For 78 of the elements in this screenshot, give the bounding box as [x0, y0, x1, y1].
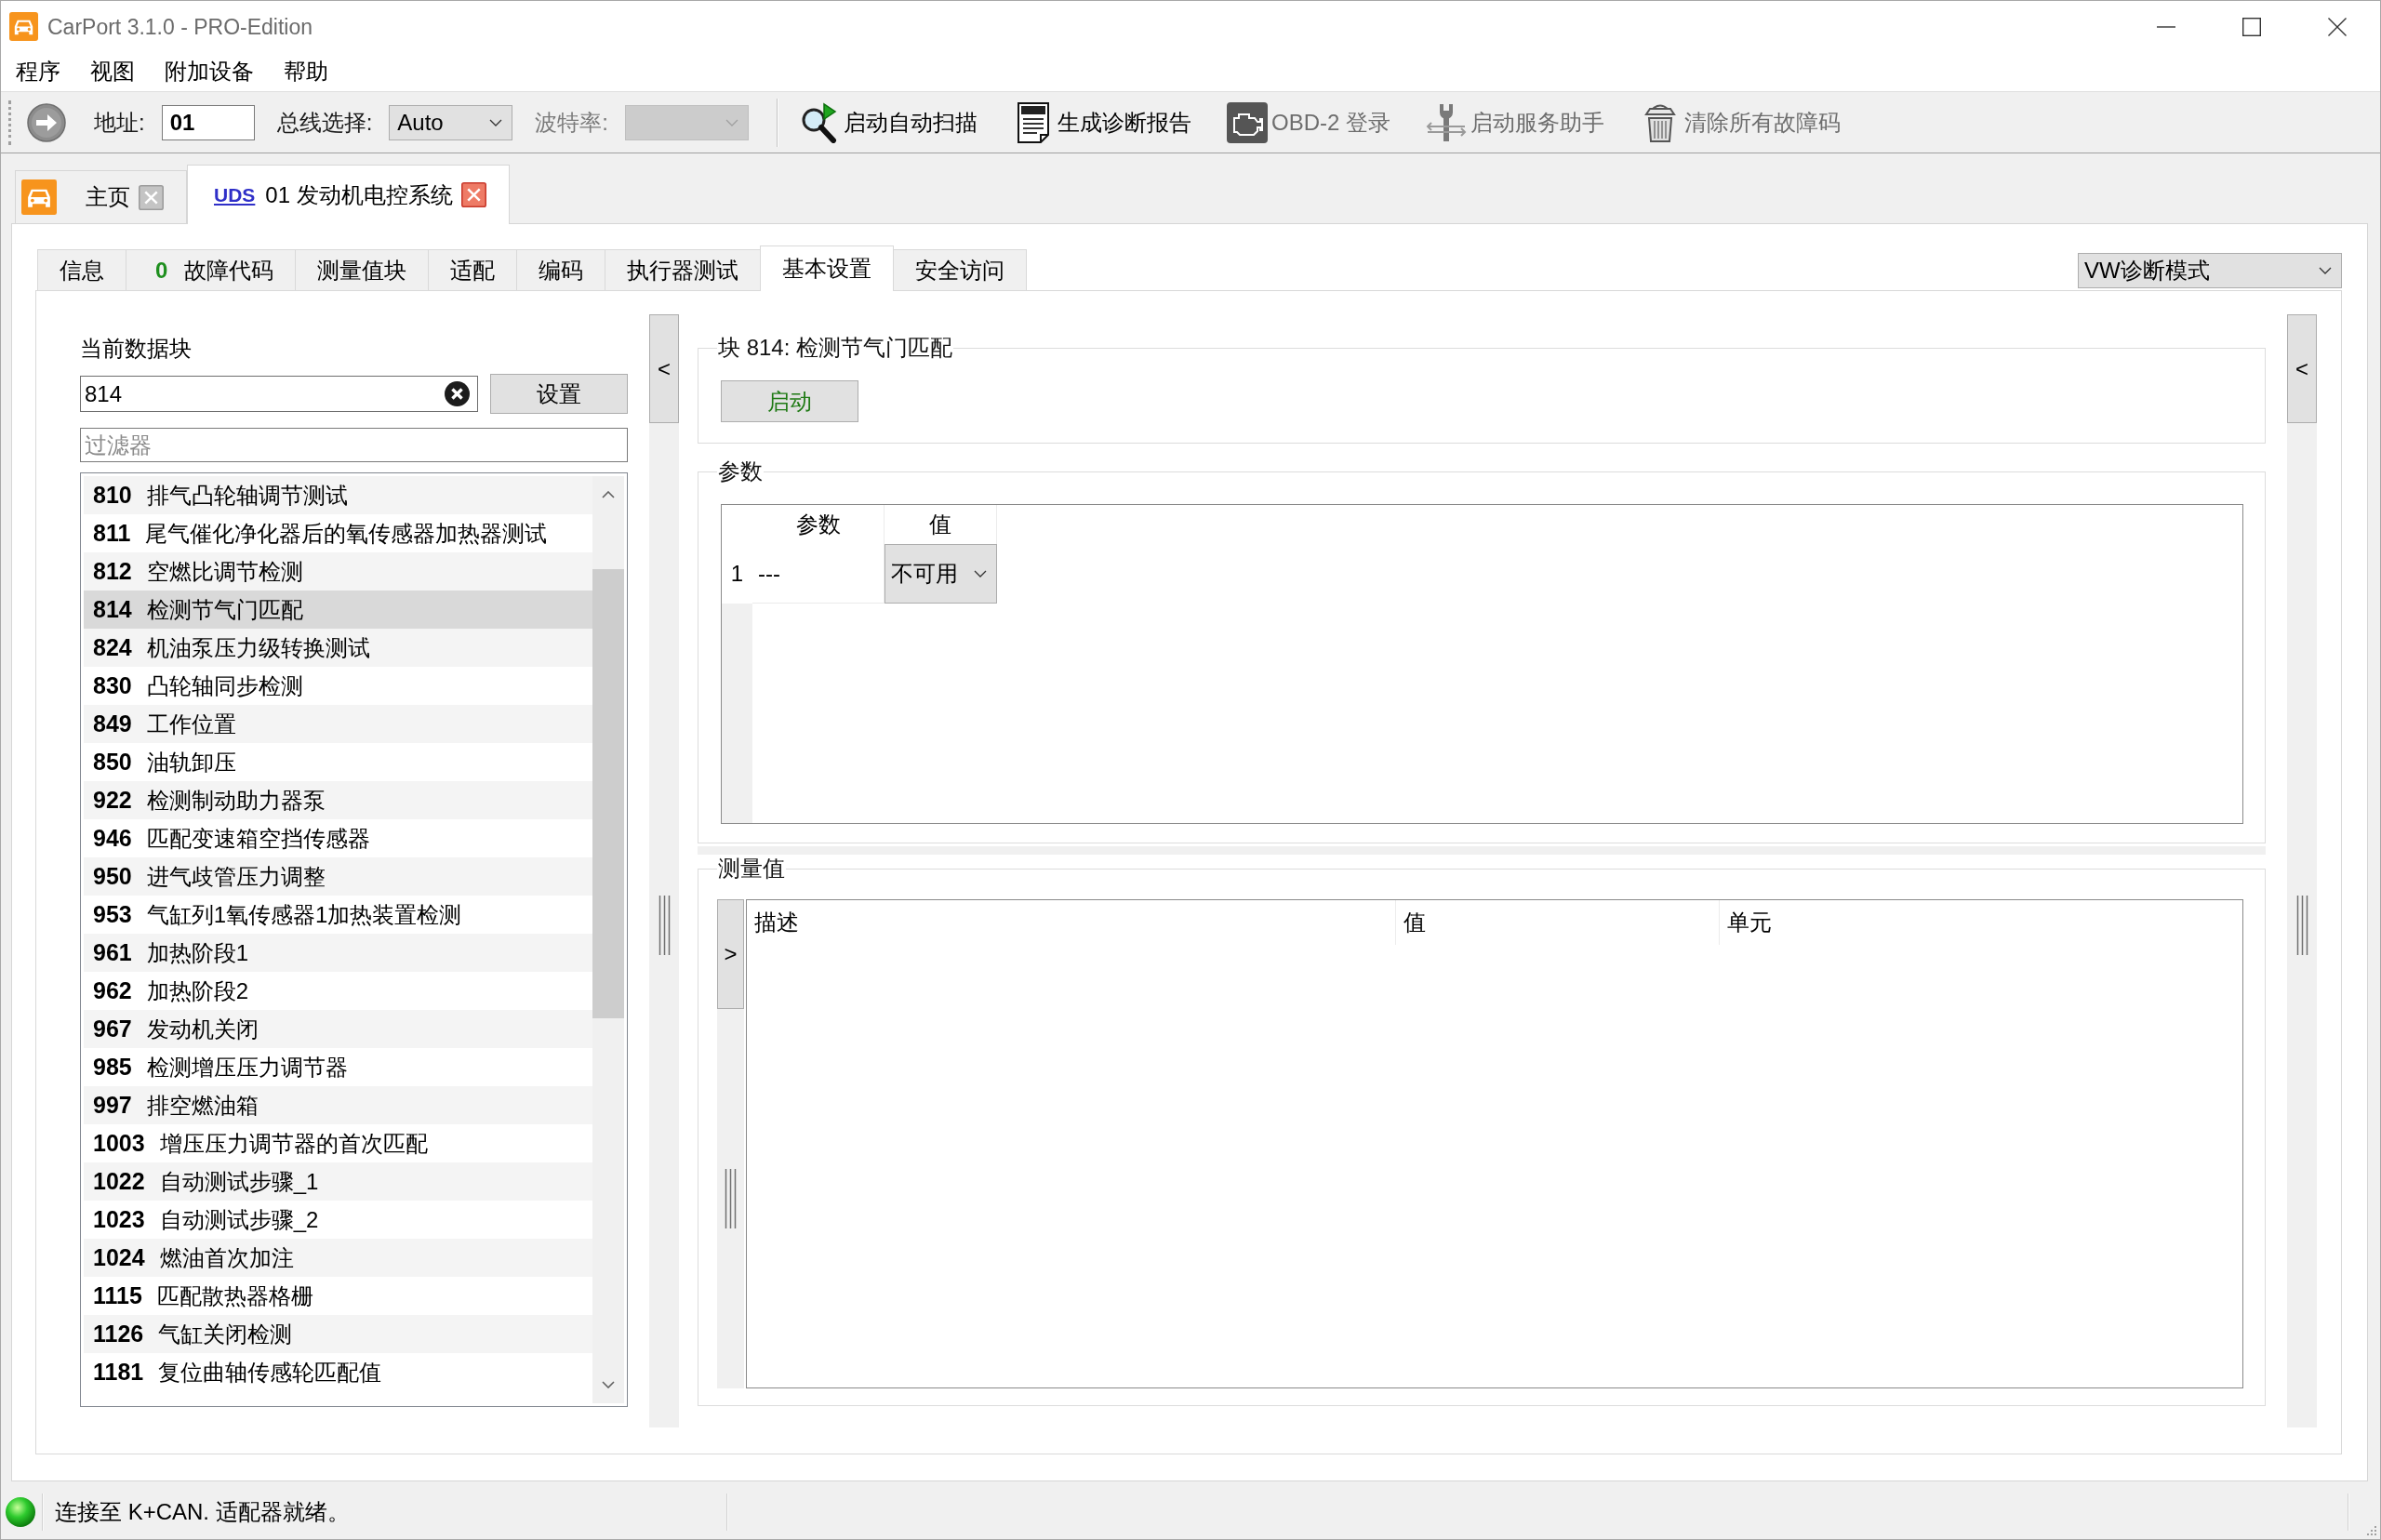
scrollbar[interactable]: [592, 476, 624, 1403]
list-item[interactable]: 814 检测节气门匹配: [84, 591, 592, 629]
menu-item[interactable]: 附加设备: [150, 56, 269, 87]
list-item[interactable]: 1126 气缸关闭检测: [84, 1315, 592, 1353]
list-item[interactable]: 812 空燃比调节检测: [84, 552, 592, 591]
tab[interactable]: 基本设置: [760, 246, 895, 291]
document-tab[interactable]: UDS 01 发动机电控系统: [187, 165, 510, 224]
set-button[interactable]: 设置: [490, 374, 628, 414]
tab[interactable]: 0 故障代码: [126, 249, 297, 290]
status-text: 连接至 K+CAN. 适配器就绪。: [55, 1499, 350, 1524]
wrench-icon: [1426, 101, 1468, 143]
tab[interactable]: 适配: [428, 249, 518, 290]
tab[interactable]: 测量值块: [295, 249, 430, 290]
field-label: 波特率:: [535, 108, 608, 137]
field-label: 总线选择:: [276, 108, 373, 137]
clear-icon[interactable]: [445, 381, 470, 406]
section-label: 当前数据块: [80, 335, 193, 363]
group-title: 测量值: [717, 855, 786, 883]
grip-icon[interactable]: [2295, 896, 2308, 955]
menu-item[interactable]: 程序: [1, 56, 75, 87]
column-header: 单元: [1719, 900, 2242, 945]
list-item[interactable]: 997 排空燃油箱: [84, 1086, 592, 1124]
group-title: 参数: [717, 458, 764, 485]
chevron-down-icon: [725, 118, 738, 126]
window-title: CarPort 3.1.0 - PRO-Edition: [47, 13, 313, 41]
list-item[interactable]: 1022 自动测试步骤_1: [84, 1162, 592, 1201]
toolbar-button[interactable]: 启动自动扫描: [799, 101, 978, 143]
engine-icon: [1227, 101, 1268, 143]
column-header: 参数: [752, 505, 885, 544]
close-icon: [2328, 17, 2347, 36]
list-item[interactable]: 922 检测制动助力器泵: [84, 781, 592, 819]
car-icon: [9, 12, 38, 41]
start-button[interactable]: 启动: [721, 380, 858, 422]
grip-icon[interactable]: [725, 1169, 737, 1228]
car-icon: [21, 179, 57, 215]
minimize-icon: [2157, 25, 2175, 28]
filter-field[interactable]: 过滤器: [80, 428, 628, 462]
column-header: 值: [1395, 900, 1719, 945]
toolbar-button[interactable]: 生成诊断报告: [1013, 101, 1191, 143]
value-dropdown[interactable]: 不可用: [885, 544, 997, 604]
arrow-right-icon: [27, 102, 66, 142]
menu-item[interactable]: 视图: [75, 56, 150, 87]
tab[interactable]: 信息: [37, 249, 126, 290]
close-icon[interactable]: [460, 182, 486, 207]
list-item[interactable]: 950 进气歧管压力调整: [84, 857, 592, 896]
field-label: 地址:: [94, 108, 145, 137]
chevron-down-icon: [2319, 267, 2332, 274]
group-title: 块 814: 检测节气门匹配: [717, 334, 954, 362]
grip-icon[interactable]: [658, 896, 671, 955]
list-item[interactable]: 961 加热阶段1: [84, 934, 592, 972]
expand-button[interactable]: >: [717, 899, 744, 1009]
collapse-button[interactable]: <: [649, 314, 679, 423]
list-item[interactable]: 810 排气凸轮轴调节测试: [84, 476, 592, 514]
close-icon[interactable]: [139, 184, 164, 210]
chevron-down-icon: [489, 118, 503, 126]
list-item[interactable]: 967 发动机关闭: [84, 1010, 592, 1048]
tab[interactable]: 编码: [516, 249, 606, 290]
column-header: 描述: [753, 909, 800, 936]
collapse-button[interactable]: <: [2287, 314, 2317, 423]
chevron-down-icon[interactable]: [602, 1381, 615, 1388]
menu-item[interactable]: 帮助: [269, 56, 343, 87]
go-button[interactable]: [27, 102, 66, 142]
list-item[interactable]: 824 机油泵压力级转换测试: [84, 629, 592, 667]
list-item[interactable]: 1024 燃油首次加注: [84, 1239, 592, 1277]
dropdown[interactable]: Auto: [389, 104, 513, 140]
scrollbar-thumb[interactable]: [592, 569, 624, 1018]
chevron-down-icon: [974, 570, 987, 578]
input-field[interactable]: 01: [161, 104, 255, 140]
document-tab[interactable]: 主页: [15, 170, 187, 223]
mode-dropdown[interactable]: VW诊断模式: [2078, 253, 2342, 288]
grip-icon[interactable]: [8, 100, 11, 145]
maximize-icon: [2242, 17, 2261, 36]
chevron-up-icon[interactable]: [602, 491, 615, 498]
tab[interactable]: 执行器测试: [605, 249, 762, 290]
tab[interactable]: 安全访问: [893, 249, 1028, 290]
input-field[interactable]: 814: [80, 376, 478, 412]
resize-grip-icon[interactable]: [2366, 1525, 2377, 1536]
list-item[interactable]: 849 工作位置: [84, 705, 592, 743]
